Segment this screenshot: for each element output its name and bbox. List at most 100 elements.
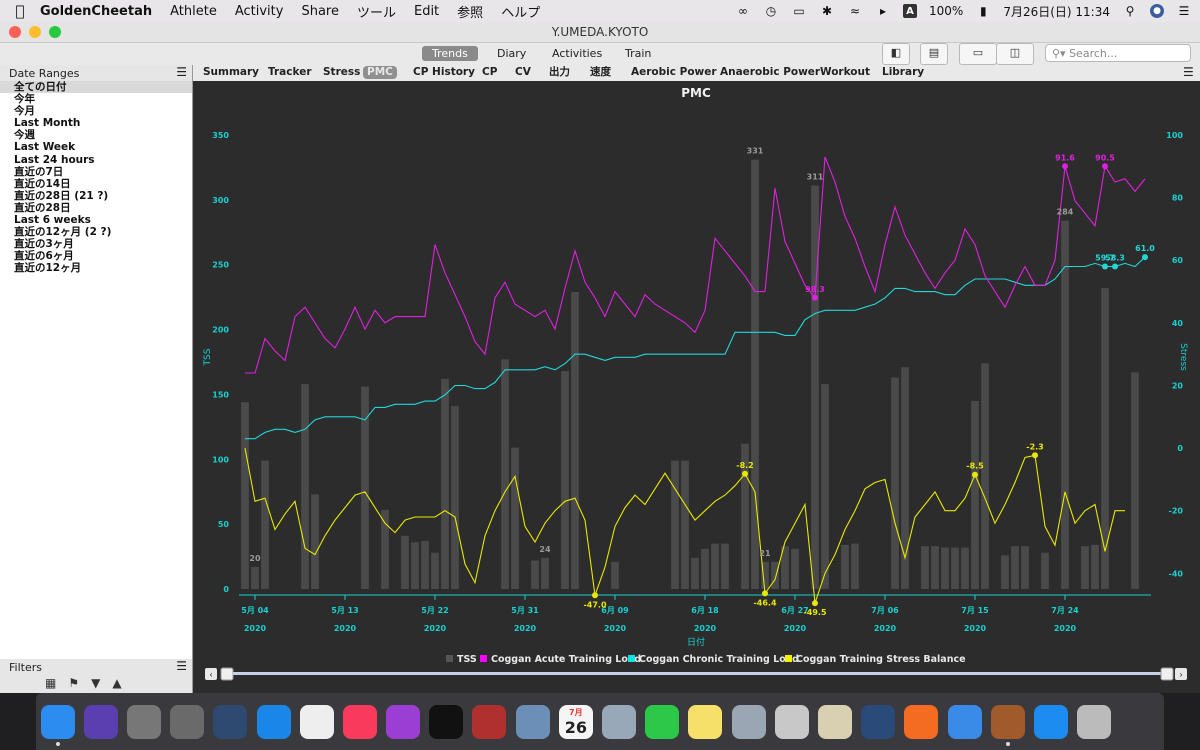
chart-tab-tracker[interactable]: Tracker xyxy=(268,66,312,79)
y-tick-right: 0 xyxy=(1177,444,1183,453)
date-range-item[interactable]: 直近の28日 xyxy=(0,202,192,214)
search-input[interactable]: ⚲▾ Search... xyxy=(1045,44,1191,62)
time-machine-icon[interactable]: ◷ xyxy=(763,4,779,18)
date-range-item[interactable]: 直近の7日 xyxy=(0,166,192,178)
filter-funnel-icon[interactable]: ▼ xyxy=(91,676,100,690)
creative-cloud-icon[interactable]: ∞ xyxy=(735,4,751,18)
chart-tab-workout[interactable]: Workout xyxy=(820,66,870,79)
chart-tab-power[interactable]: 出力 xyxy=(549,66,570,79)
blocked-app-3-icon[interactable] xyxy=(817,704,852,739)
chart-tab-summary[interactable]: Summary xyxy=(203,66,259,79)
bookmark-icon[interactable]: ⚑ xyxy=(68,676,79,690)
siri-icon[interactable] xyxy=(83,704,118,739)
mode-tab-activities[interactable]: Activities xyxy=(542,46,612,61)
migration-icon[interactable] xyxy=(602,704,637,739)
user-avatar-icon[interactable]: ● xyxy=(1150,4,1164,18)
notes-icon[interactable] xyxy=(688,704,723,739)
preview-icon[interactable] xyxy=(515,704,550,739)
date-range-item[interactable]: 直近の12ヶ月 xyxy=(0,262,192,274)
date-ranges-menu-icon[interactable]: ☰ xyxy=(176,65,187,79)
chart-tab-stress[interactable]: Stress xyxy=(323,66,360,79)
podcasts-icon[interactable] xyxy=(386,704,421,739)
finder-icon[interactable] xyxy=(40,704,75,746)
toggle-sidebar-button[interactable]: ◧ xyxy=(882,43,910,65)
filters-menu-icon[interactable]: ☰ xyxy=(176,659,187,673)
volume-icon[interactable]: ▸ xyxy=(875,4,891,18)
date-range-item[interactable]: Last 24 hours xyxy=(0,154,192,166)
chart-tab-anaerobic-power[interactable]: Anaerobic Power xyxy=(720,66,820,79)
notification-center-icon[interactable]: ☰ xyxy=(1176,4,1192,18)
photo-booth-icon[interactable] xyxy=(472,704,507,739)
tv-icon[interactable] xyxy=(429,704,464,739)
music-icon[interactable] xyxy=(342,704,377,739)
date-range-item[interactable]: 直近の28日 (21 ?) xyxy=(0,190,192,202)
point-label: -46.4 xyxy=(753,598,776,607)
menu-activity[interactable]: Activity xyxy=(235,4,284,19)
apple-menu-icon[interactable]:  xyxy=(0,2,40,20)
range-start-handle[interactable] xyxy=(220,667,234,681)
date-range-item[interactable]: Last Week xyxy=(0,141,192,153)
chart-tab-cv[interactable]: CV xyxy=(515,66,531,79)
safari-icon[interactable] xyxy=(256,704,291,739)
range-track[interactable] xyxy=(233,672,1165,675)
facetime-icon[interactable] xyxy=(645,704,680,739)
date-range-item[interactable]: Last Month xyxy=(0,117,192,129)
menu-tools[interactable]: ツール xyxy=(357,2,396,21)
goldencheetah-icon[interactable] xyxy=(990,704,1025,746)
date-range-scrollbar[interactable]: ‹ › xyxy=(205,667,1187,681)
blocked-app-1-icon[interactable] xyxy=(731,704,766,739)
menu-share[interactable]: Share xyxy=(301,4,339,19)
network-icon[interactable] xyxy=(861,704,896,739)
tile-view-button[interactable]: ◫ xyxy=(996,43,1034,65)
airplay-icon[interactable]: ▭ xyxy=(791,4,807,18)
menu-help[interactable]: ヘルプ xyxy=(501,2,540,21)
spotlight-search-icon[interactable]: ⚲ xyxy=(1122,4,1138,18)
bluetooth-icon[interactable]: ✱ xyxy=(819,4,835,18)
date-range-item[interactable]: 今年 xyxy=(0,93,192,105)
toggle-bottom-panel-button[interactable]: ▤ xyxy=(920,43,948,65)
menu-edit[interactable]: Edit xyxy=(414,4,439,19)
date-range-item[interactable]: 全ての日付 xyxy=(0,81,192,94)
date-range-item[interactable]: Last 6 weeks xyxy=(0,214,192,226)
wifi-icon[interactable]: ≈ xyxy=(847,4,863,18)
trash-icon[interactable] xyxy=(1077,704,1112,739)
input-source-icon[interactable]: A xyxy=(903,4,918,18)
blocked-app-2-icon[interactable] xyxy=(774,704,809,739)
chart-tab-cp[interactable]: CP xyxy=(482,66,497,79)
calendar-filter-icon[interactable]: ▦ xyxy=(45,676,56,690)
chart-tab-speed[interactable]: 速度 xyxy=(590,66,611,79)
maps-icon[interactable] xyxy=(947,704,982,739)
date-range-item[interactable]: 直近の14日 xyxy=(0,178,192,190)
chart-tab-aerobic-power[interactable]: Aerobic Power xyxy=(631,66,717,79)
menu-athlete[interactable]: Athlete xyxy=(170,4,217,19)
calendar-icon[interactable]: 7月 26 xyxy=(558,704,593,739)
app-store-icon[interactable] xyxy=(1033,704,1068,739)
chart-tab-library[interactable]: Library xyxy=(882,66,924,79)
chart-tab-pmc[interactable]: PMC xyxy=(363,66,397,79)
menu-view[interactable]: 参照 xyxy=(457,2,483,21)
launchpad-icon[interactable] xyxy=(126,704,161,739)
menu-app-name[interactable]: GoldenCheetah xyxy=(40,4,152,19)
mode-tab-diary[interactable]: Diary xyxy=(487,46,536,61)
mission-control-icon[interactable] xyxy=(213,704,248,739)
zwift-icon[interactable] xyxy=(904,704,939,739)
range-end-handle[interactable] xyxy=(1160,667,1174,681)
date-range-item[interactable]: 直近の6ヶ月 xyxy=(0,250,192,262)
mode-tab-trends[interactable]: Trends xyxy=(422,46,478,61)
date-range-item[interactable]: 直近の12ヶ月 (2 ?) xyxy=(0,226,192,238)
date-range-item[interactable]: 今月 xyxy=(0,105,192,117)
mode-tab-train[interactable]: Train xyxy=(615,46,661,61)
chart-tabs-menu-icon[interactable]: ☰ xyxy=(1183,66,1194,79)
system-preferences-icon[interactable] xyxy=(170,704,205,739)
clock[interactable]: 7月26日(日) 11:34 xyxy=(1003,3,1110,20)
photos-icon[interactable] xyxy=(299,704,334,739)
pmc-chart[interactable]: PMC TSS Stress 日付 050100150200250300350-… xyxy=(193,81,1200,693)
tab-view-button[interactable]: ▭ xyxy=(959,43,997,65)
date-range-item[interactable]: 今週 xyxy=(0,129,192,141)
battery-icon[interactable]: ▮ xyxy=(975,4,991,18)
chart-tab-cp-history[interactable]: CP History xyxy=(413,66,475,79)
chart-filter-icon[interactable]: ▲ xyxy=(112,676,121,690)
date-range-item[interactable]: 直近の3ヶ月 xyxy=(0,238,192,250)
date-ranges-list[interactable]: 全ての日付 今年 今月 Last Month 今週 Last Week Last 24 ho… xyxy=(0,81,192,664)
battery-percent[interactable]: 100% xyxy=(929,4,963,18)
